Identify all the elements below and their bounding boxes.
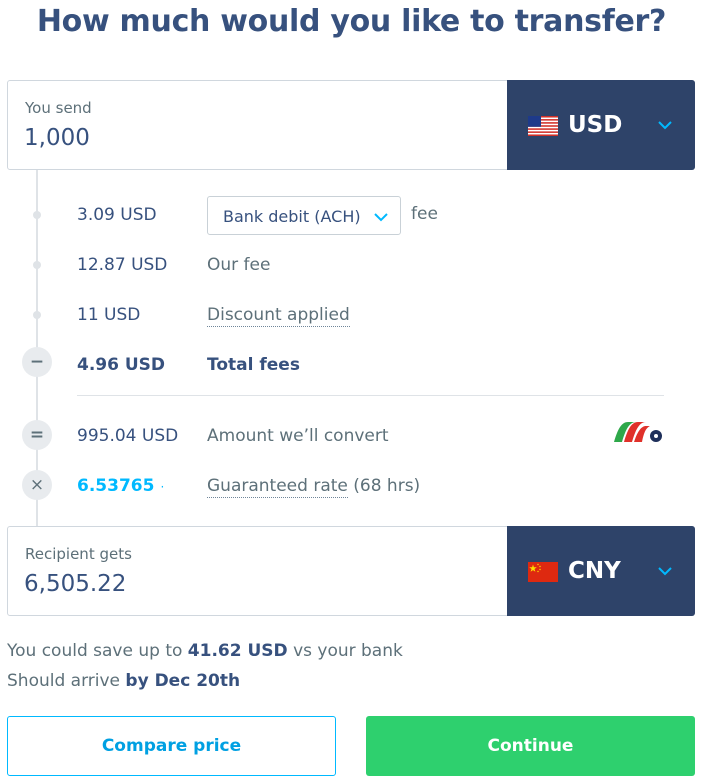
- exchange-rate: 6.53765 ·: [77, 476, 164, 496]
- receive-amount-input[interactable]: 6,505.22: [24, 571, 126, 597]
- send-currency-select[interactable]: USD: [507, 80, 695, 170]
- partner-logo-icon: [614, 422, 662, 442]
- timeline-dot: [33, 311, 41, 319]
- timeline-dot: [33, 211, 41, 219]
- chevron-down-icon: [374, 213, 388, 222]
- total-fees-label: Total fees: [207, 355, 300, 375]
- discount-label: Discount applied: [207, 305, 350, 327]
- payment-fee-label: fee: [411, 204, 438, 224]
- our-fee-label: Our fee: [207, 255, 271, 275]
- chevron-down-icon: [658, 567, 672, 576]
- payment-fee-amount: 3.09 USD: [77, 205, 157, 225]
- send-amount-input[interactable]: 1,000: [24, 125, 90, 151]
- savings-text: You could save up to 41.62 USD vs your b…: [7, 641, 403, 661]
- cn-flag-icon: [528, 562, 558, 582]
- continue-button[interactable]: Continue: [366, 716, 695, 776]
- compare-price-button[interactable]: Compare price: [7, 716, 336, 776]
- arrival-prefix: Should arrive: [7, 671, 120, 691]
- send-label: You send: [25, 99, 92, 117]
- our-fee-amount: 12.87 USD: [77, 255, 168, 275]
- guaranteed-rate-info[interactable]: Guaranteed rate (68 hrs): [207, 476, 421, 498]
- payment-method-label: Bank debit (ACH): [223, 207, 361, 226]
- rate-dot-icon: ·: [160, 480, 165, 494]
- convert-label: Amount we’ll convert: [207, 426, 389, 446]
- receive-label: Recipient gets: [25, 545, 132, 563]
- rate-value: 6.53765: [77, 476, 155, 496]
- savings-amount: 41.62 USD: [187, 641, 288, 661]
- chevron-down-icon: [658, 121, 672, 130]
- page-title: How much would you like to transfer?: [36, 4, 667, 39]
- send-currency-code: USD: [568, 112, 623, 138]
- equals-icon: =: [22, 420, 52, 450]
- arrival-text: Should arrive by Dec 20th: [7, 671, 240, 691]
- total-fees-amount: 4.96 USD: [77, 355, 166, 375]
- receive-currency-code: CNY: [568, 558, 621, 584]
- rate-duration: (68 hrs): [353, 476, 421, 496]
- us-flag-icon: [528, 116, 558, 136]
- divider: [77, 395, 664, 396]
- discount-applied-link[interactable]: Discount applied: [207, 305, 350, 327]
- multiply-icon: ×: [22, 470, 52, 500]
- arrival-date: by Dec 20th: [125, 671, 241, 691]
- payment-method-select[interactable]: Bank debit (ACH): [207, 196, 401, 235]
- timeline-dot: [33, 261, 41, 269]
- discount-amount: 11 USD: [77, 305, 141, 325]
- convert-amount: 995.04 USD: [77, 426, 179, 446]
- guaranteed-rate-label: Guaranteed rate: [207, 476, 348, 498]
- send-amount-box[interactable]: You send 1,000 USD: [7, 80, 695, 170]
- receive-amount-box[interactable]: Recipient gets 6,505.22 CNY: [7, 526, 695, 616]
- savings-suffix: vs your bank: [293, 641, 403, 661]
- receive-currency-select[interactable]: CNY: [507, 526, 695, 616]
- savings-prefix: You could save up to: [7, 641, 183, 661]
- minus-icon: −: [22, 347, 52, 377]
